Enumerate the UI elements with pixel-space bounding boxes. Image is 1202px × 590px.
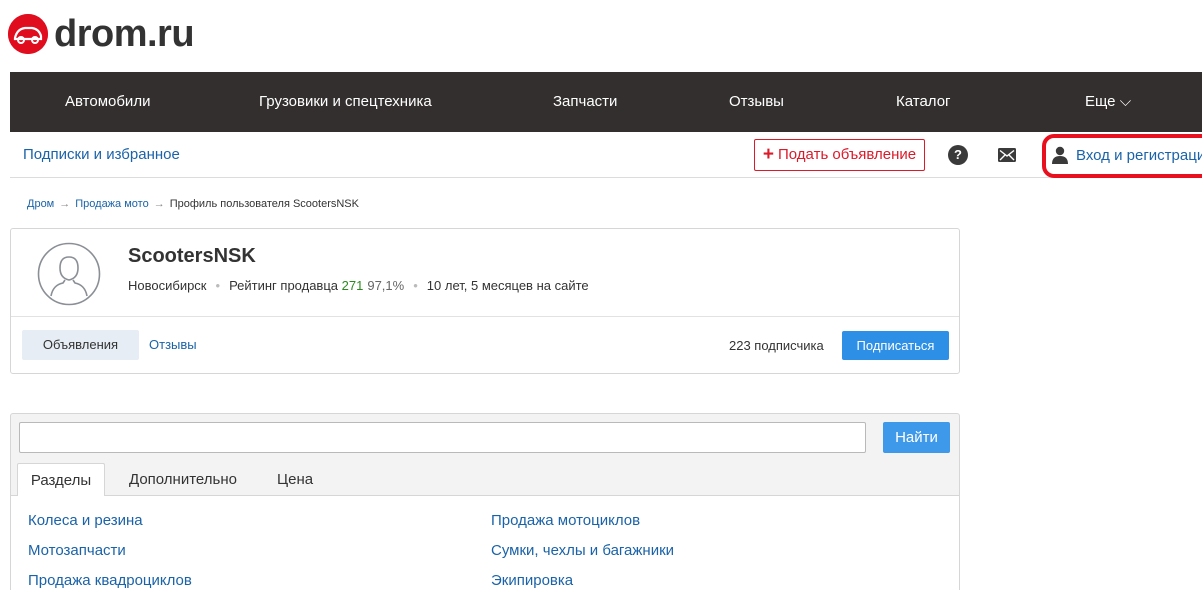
tab-additional[interactable]: Дополнительно (129, 463, 237, 496)
subscribe-button[interactable]: Подписаться (842, 331, 949, 360)
profile-city: Новосибирск (128, 278, 207, 293)
site-logo[interactable]: drom.ru (8, 13, 195, 55)
search-input[interactable] (19, 422, 866, 453)
breadcrumb-separator: → (59, 198, 71, 210)
meta-dot: • (215, 278, 221, 293)
time-on-site: 10 лет, 5 месяцев на сайте (426, 278, 589, 293)
nav-item-reviews[interactable]: Отзывы (729, 72, 784, 132)
avatar (37, 242, 101, 306)
subscriptions-link[interactable]: Подписки и избранное (23, 146, 180, 163)
post-ad-button[interactable]: + Подать объявление (754, 139, 925, 171)
nav-item-parts[interactable]: Запчасти (553, 72, 617, 132)
tab-reviews[interactable]: Отзывы (149, 330, 197, 360)
user-icon (1051, 146, 1069, 164)
plus-icon: + (762, 144, 775, 165)
rating-value: 271 (341, 278, 364, 293)
rating-percent: 97,1% (367, 278, 405, 293)
tab-sections[interactable]: Разделы (17, 463, 105, 497)
nav-item-trucks[interactable]: Грузовики и спецтехника (259, 72, 432, 132)
search-panel: Найти Разделы Дополнительно Цена Колеса … (10, 413, 960, 590)
category-link[interactable]: Продажа квадроциклов (28, 572, 192, 589)
post-ad-label: Подать объявление (778, 146, 917, 163)
category-link[interactable]: Продажа мотоциклов (491, 512, 640, 529)
logo-text: drom.ru (54, 13, 195, 55)
category-link[interactable]: Колеса и резина (28, 512, 143, 529)
nav-item-more[interactable]: Еще ⌵ (1085, 72, 1131, 132)
sub-navigation: Подписки и избранное + Подать объявление … (10, 132, 1202, 178)
find-button[interactable]: Найти (883, 422, 950, 453)
help-icon[interactable]: ? (948, 145, 968, 165)
tab-price[interactable]: Цена (277, 463, 313, 496)
breadcrumb-moto-sale[interactable]: Продажа мото (75, 198, 148, 210)
tab-ads[interactable]: Объявления (22, 330, 139, 360)
rating-label: Рейтинг продавца (229, 278, 339, 293)
category-link[interactable]: Мотозапчасти (28, 542, 126, 559)
category-link[interactable]: Экипировка (491, 572, 573, 589)
divider (11, 316, 959, 317)
breadcrumb-current: Профиль пользователя ScootersNSK (169, 198, 359, 210)
login-register-link[interactable]: Вход и регистрация (1042, 134, 1202, 178)
profile-meta: Новосибирск • Рейтинг продавца 271 97,1% • 10… (128, 278, 589, 293)
subscribers-count: 223 подписчика (729, 338, 824, 353)
breadcrumb-home[interactable]: Дром (27, 198, 54, 210)
login-register-label: Вход и регистрация (1076, 147, 1202, 164)
profile-username: ScootersNSK (128, 245, 256, 267)
mail-icon[interactable] (998, 148, 1016, 162)
drom-car-logo-icon (8, 14, 48, 54)
nav-item-cars[interactable]: Автомобили (65, 72, 150, 132)
profile-card: ScootersNSK Новосибирск • Рейтинг продавца… (10, 228, 960, 374)
meta-dot: • (413, 278, 418, 293)
nav-item-catalog[interactable]: Каталог (896, 72, 951, 132)
breadcrumb: Дром → Продажа мото → Профиль пользователя S… (27, 198, 359, 210)
main-navigation: Автомобили Грузовики и спецтехника Запча… (10, 72, 1202, 132)
category-link[interactable]: Сумки, чехлы и багажники (491, 542, 674, 559)
categories-area: Колеса и резина Мотозапчасти Продажа ква… (11, 496, 959, 590)
breadcrumb-separator: → (153, 198, 165, 210)
